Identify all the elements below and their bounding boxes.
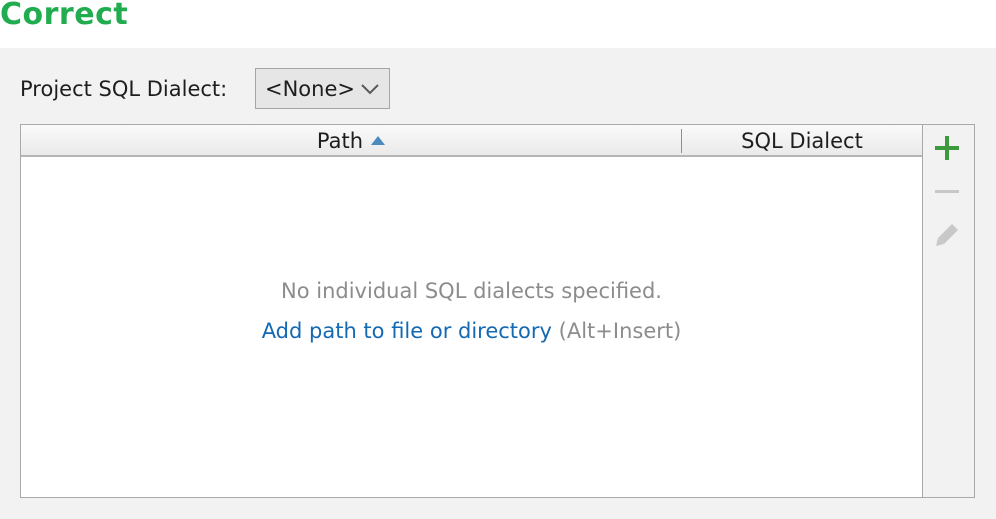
project-sql-dialect-dropdown[interactable]: <None> [255, 68, 390, 109]
sort-ascending-icon [371, 135, 386, 145]
page-heading: Correct [0, 0, 129, 32]
path-dialect-table: Path SQL Dialect No individual SQL diale… [20, 124, 923, 498]
table-header: Path SQL Dialect [21, 125, 922, 157]
table-empty-state: No individual SQL dialects specified. Ad… [21, 275, 922, 347]
add-button[interactable] [934, 135, 960, 161]
column-header-sql-dialect[interactable]: SQL Dialect [682, 125, 922, 155]
edit-button[interactable] [934, 222, 960, 248]
project-sql-dialect-label: Project SQL Dialect: [20, 77, 228, 101]
table-toolbar [923, 124, 975, 498]
minus-icon [935, 190, 959, 193]
column-header-path[interactable]: Path [21, 125, 681, 155]
empty-state-actions: Add path to file or directory (Alt+Inser… [21, 315, 922, 347]
add-path-shortcut: (Alt+Insert) [558, 319, 682, 343]
project-sql-dialect-value: <None> [265, 76, 355, 101]
chevron-down-icon [361, 84, 379, 95]
sql-dialects-settings-panel: Project SQL Dialect: <None> Path SQL Dia… [0, 48, 996, 519]
remove-button[interactable] [934, 179, 960, 205]
plus-icon [935, 136, 959, 160]
column-header-path-label: Path [316, 129, 364, 153]
pencil-icon [936, 224, 958, 246]
empty-state-message: No individual SQL dialects specified. [281, 279, 662, 303]
add-path-link[interactable]: Add path to file or directory [262, 319, 552, 343]
